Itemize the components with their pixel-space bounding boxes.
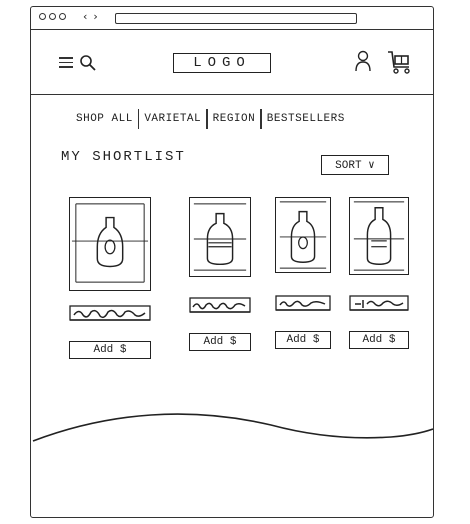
add-to-cart-button[interactable]: Add $ [349, 331, 409, 349]
bottle-icon [279, 201, 327, 269]
product-image[interactable] [275, 197, 331, 273]
browser-chrome: ‹› [31, 7, 433, 30]
product-name[interactable] [275, 295, 331, 311]
nav-item-region[interactable]: REGION [210, 113, 259, 125]
nav-divider [137, 109, 140, 129]
product-name-scribble [275, 295, 331, 311]
browser-nav-arrows[interactable]: ‹› [83, 10, 104, 23]
search-icon[interactable] [78, 53, 98, 73]
bottle-icon [193, 203, 247, 271]
page-continues-divider [32, 413, 433, 442]
cart-icon[interactable] [387, 49, 413, 75]
product-name-scribble [349, 295, 409, 311]
nav-item-bestsellers[interactable]: BESTSELLERS [264, 113, 348, 125]
product-name[interactable] [349, 295, 409, 311]
product-name-scribble [69, 305, 151, 321]
nav-item-varietal[interactable]: VARIETAL [141, 113, 204, 125]
page-title: MY SHORTLIST [61, 149, 186, 165]
product-card[interactable]: Add $ [69, 197, 151, 359]
category-nav: SHOP ALL VARIETAL REGION BESTSELLERS [73, 107, 423, 131]
product-name-scribble [189, 297, 251, 313]
close-dot[interactable] [39, 13, 46, 20]
bottle-icon [353, 201, 405, 271]
nav-item-shop-all[interactable]: SHOP ALL [73, 113, 136, 125]
add-to-cart-button[interactable]: Add $ [189, 333, 251, 351]
product-image[interactable] [189, 197, 251, 277]
add-to-cart-button[interactable]: Add $ [69, 341, 151, 359]
header-divider [31, 94, 433, 95]
browser-window: ‹› LOGO SHOP ALL VARIETAL REGION BESTSEL… [30, 6, 434, 518]
add-to-cart-button[interactable]: Add $ [275, 331, 331, 349]
address-bar[interactable] [115, 13, 357, 24]
user-icon[interactable] [355, 50, 371, 72]
product-card[interactable]: Add $ [275, 197, 331, 349]
product-card[interactable]: Add $ [349, 197, 409, 349]
bottle-icon [71, 203, 149, 283]
site-header: LOGO [31, 45, 433, 79]
sort-button[interactable]: SORT ∨ [321, 155, 389, 175]
minimize-dot[interactable] [49, 13, 56, 20]
hamburger-icon[interactable] [59, 57, 73, 71]
logo[interactable]: LOGO [173, 53, 271, 73]
product-card[interactable]: Add $ [189, 197, 251, 351]
product-image[interactable] [69, 197, 151, 291]
product-name[interactable] [69, 305, 151, 321]
window-controls[interactable] [39, 13, 66, 20]
nav-divider [206, 109, 208, 129]
product-name[interactable] [189, 297, 251, 313]
nav-divider [260, 109, 262, 129]
maximize-dot[interactable] [59, 13, 66, 20]
product-image[interactable] [349, 197, 409, 275]
